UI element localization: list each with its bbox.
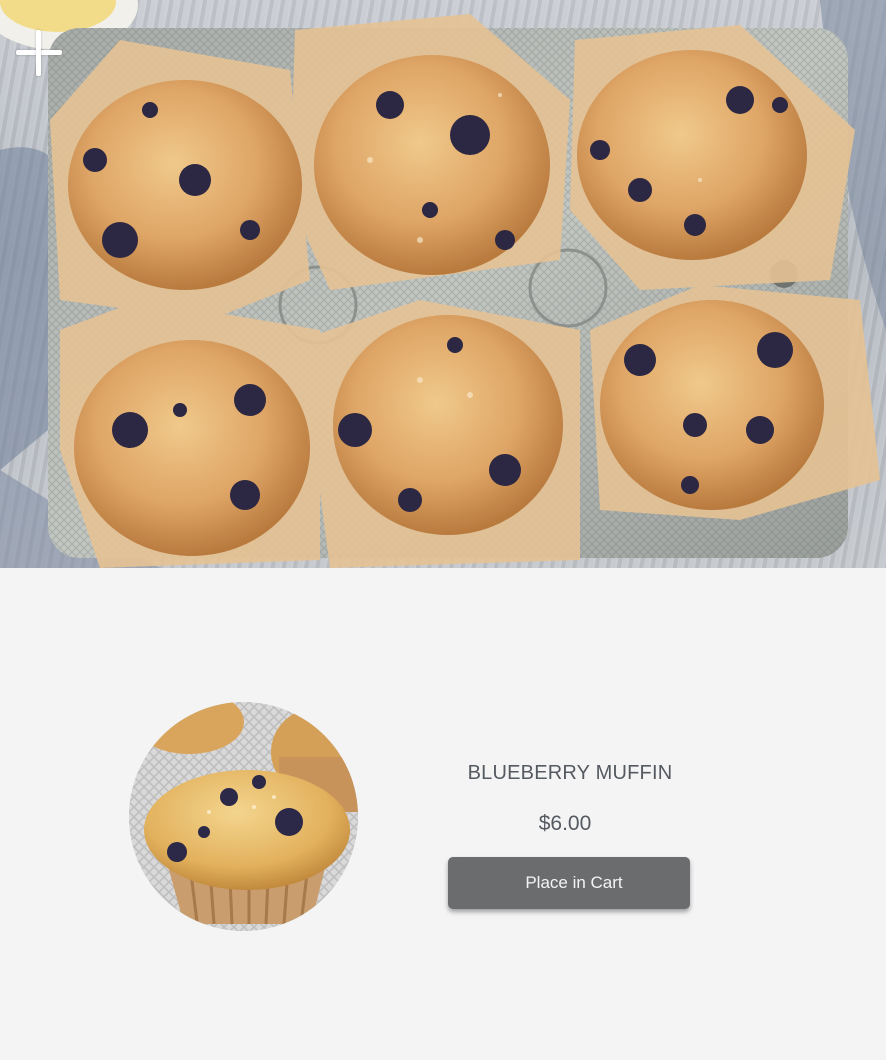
product-image [129, 702, 358, 931]
product-info: BLUEBERRY MUFFIN $6.00 Place in Cart [448, 760, 692, 909]
plus-icon-vertical [36, 30, 41, 76]
muffin-tray-illustration [0, 0, 886, 568]
product-price: $6.00 [538, 812, 592, 835]
add-button[interactable] [14, 28, 64, 78]
product-section: BLUEBERRY MUFFIN $6.00 Place in Cart [0, 568, 886, 1060]
product-page: BLUEBERRY MUFFIN $6.00 Place in Cart [0, 0, 886, 1060]
hero-image [0, 0, 886, 568]
product-name: BLUEBERRY MUFFIN [467, 762, 673, 784]
place-in-cart-button[interactable]: Place in Cart [448, 857, 690, 909]
muffin-illustration [129, 702, 358, 931]
